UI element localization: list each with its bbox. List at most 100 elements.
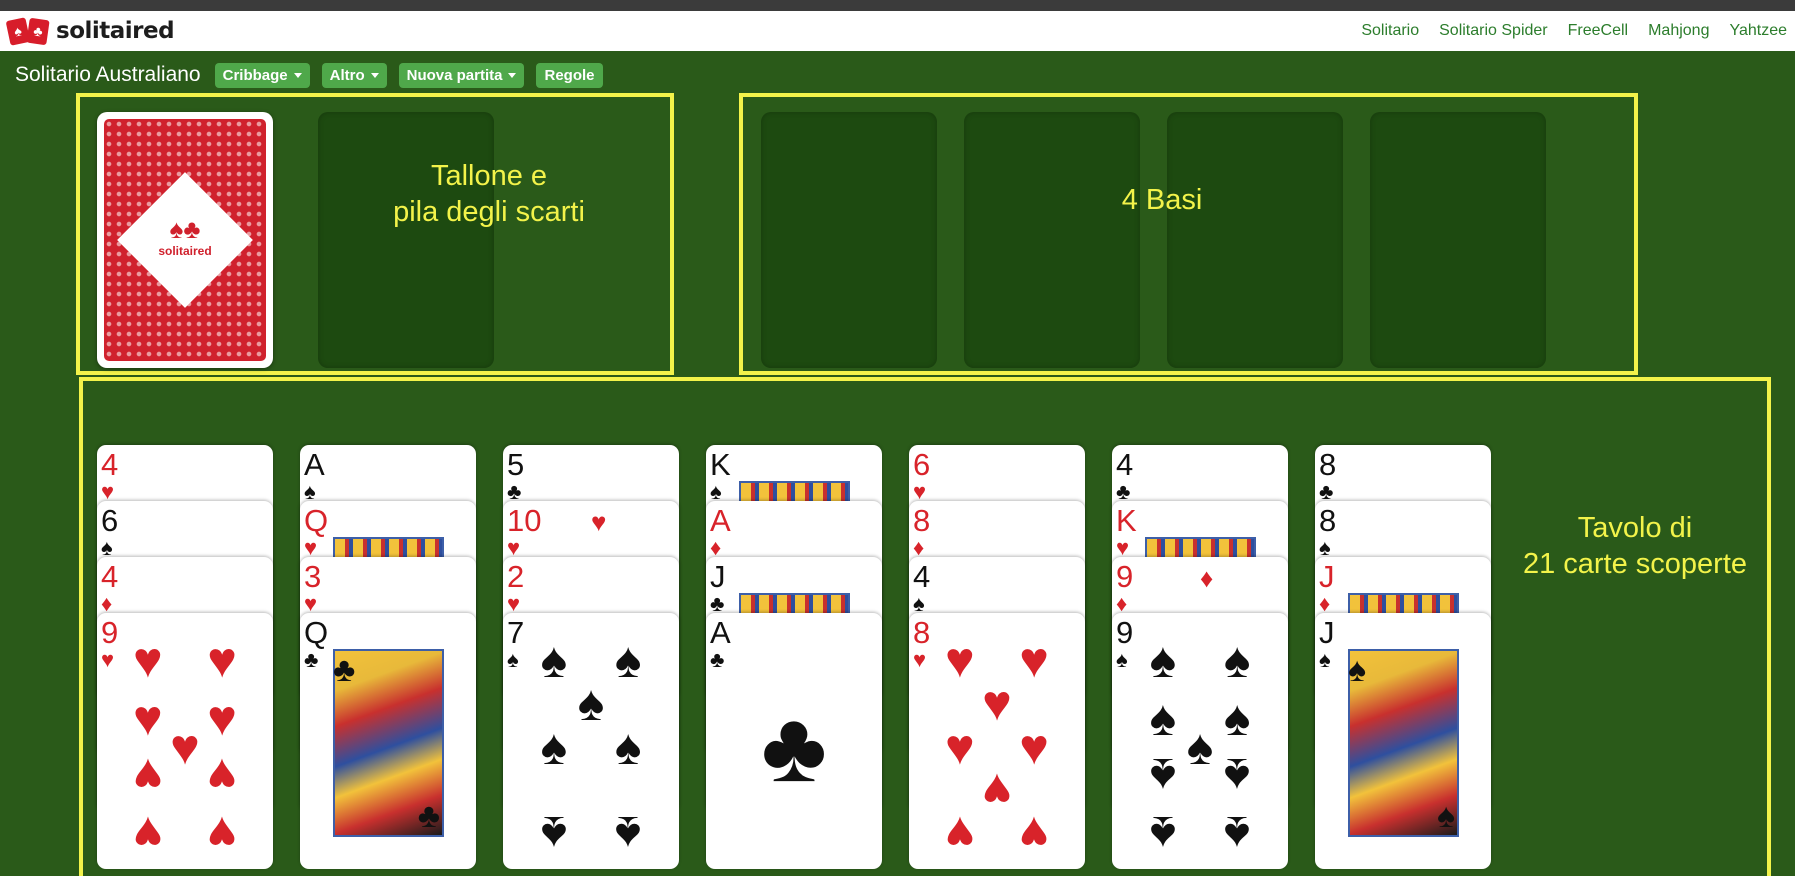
spade-icon: ♠ [614,631,642,688]
spade-icon: ♠ [540,806,568,863]
club-icon: ♣ [333,651,356,689]
spade-icon: ♠ [1436,797,1455,835]
card-rank: J [1319,559,1335,594]
diamond-icon: ♦ [913,535,925,560]
card-rank: 3 [304,559,322,594]
waste-pile-slot[interactable] [318,112,494,368]
heart-icon: ♥ [170,719,200,775]
card-rank: 6 [101,503,119,538]
card-index: 10 ♥ [507,505,547,559]
card-pips: ♥ ♥ ♥ ♥ ♥ ♥ ♥ ♥ ♥ [127,635,243,863]
heart-icon: ♥ [591,507,607,537]
caret-down-icon [293,72,302,78]
card-back-logo: ♠♣ solitaired [104,214,266,258]
browser-top-strip [0,0,1795,11]
card-index: 4 ♦ [101,561,141,615]
heart-icon: ♥ [507,591,521,616]
foundations-zone-label: 4 Basi [1121,184,1203,216]
card-back-pattern: ♠♣ solitaired [104,119,266,361]
club-icon: ♣ [417,797,440,835]
tableau-card[interactable]: A ♣ ♣ [706,613,882,869]
heart-icon: ♥ [133,689,163,746]
card-pips: ♠ ♠ ♠ ♠ ♠ ♠ ♠ [533,635,649,863]
diamond-icon: ♦ [1200,563,1214,593]
diamond-icon: ♦ [710,535,722,560]
spade-icon: ♠ [1223,748,1251,805]
diamond-icon: ♦ [1116,591,1128,616]
nav-link-solitario[interactable]: Solitario [1361,22,1419,40]
tableau-card[interactable]: Q ♣ ♣ ♣ [300,613,476,869]
spade-icon: ♠ [614,719,642,775]
card-rank: 6 [913,447,931,482]
card-rank: Q [304,503,329,538]
nav-link-freecell[interactable]: FreeCell [1568,22,1628,40]
heart-icon: ♥ [101,479,115,504]
card-index: A ♦ [710,505,750,559]
tableau-card[interactable]: 7 ♠ ♠ ♠ ♠ ♠ ♠ ♠ ♠ [503,613,679,869]
card-index: 4 ♣ [1116,449,1156,503]
heart-icon: ♥ [133,806,163,863]
card-rank: J [710,559,726,594]
spade-icon: ♠ [540,719,568,775]
altro-menu-label: Altro [329,66,365,84]
card-index: 6 ♥ [913,449,953,503]
brand-name: solitaired [56,18,175,44]
spade-icon: ♠ [101,535,113,560]
heart-icon: ♥ [945,719,975,775]
tableau-card[interactable]: 8 ♥ ♥ ♥ ♥ ♥ ♥ ♥ ♥ ♥ [909,613,1085,869]
heart-icon: ♥ [945,631,975,688]
tableau-card[interactable]: J ♠ ♠ ♠ [1315,613,1491,869]
card-pips: ♠ ♠ ♠ ♠ ♠ ♠ ♠ ♠ ♠ [1142,635,1258,863]
nav-link-yahtzee[interactable]: Yahtzee [1729,22,1787,40]
card-back-brand: solitaired [158,244,212,258]
club-icon: ♣ [507,479,522,504]
tableau-card[interactable]: 9 ♠ ♠ ♠ ♠ ♠ ♠ ♠ ♠ ♠ ♠ [1112,613,1288,869]
foundation-slot-2[interactable] [964,112,1140,368]
spade-icon: ♠ [1149,631,1177,688]
spade-icon: ♠ [614,806,642,863]
cribbage-menu-button[interactable]: Cribbage [214,62,310,88]
card-rank: Q [304,615,329,650]
spade-icon: ♠ [1149,689,1177,746]
card-index: 2 ♥ [507,561,547,615]
card-rank: J [1319,615,1335,650]
nav-link-mahjong[interactable]: Mahjong [1648,22,1709,40]
altro-menu-button[interactable]: Altro [321,62,387,88]
foundation-slot-4[interactable] [1370,112,1546,368]
stock-pile[interactable]: ♠♣ solitaired [97,112,273,368]
card-rank: 4 [913,559,931,594]
nav-link-solitario-spider[interactable]: Solitario Spider [1439,22,1548,40]
nuova-partita-menu-label: Nuova partita [406,66,503,84]
card-index: 8 ♠ [1319,505,1359,559]
foundation-slot-1[interactable] [761,112,937,368]
caret-down-icon [370,72,379,78]
heart-icon: ♥ [982,762,1012,819]
card-rank: K [710,447,731,482]
card-rank: 2 [507,559,525,594]
heart-icon: ♥ [133,748,163,805]
card-index: A ♠ [304,449,344,503]
card-index: 6 ♠ [101,505,141,559]
heart-icon: ♥ [304,591,318,616]
heart-icon: ♥ [913,479,927,504]
regole-button[interactable]: Regole [536,62,603,88]
card-index: 9 ♦ [1116,561,1156,615]
spade-icon: ♠ [1149,806,1177,863]
card-rank: 4 [1116,447,1134,482]
spade-icon: ♠ [540,631,568,688]
game-title: Solitario Australiano [15,63,201,86]
foundation-slot-3[interactable] [1167,112,1343,368]
site-logo[interactable]: ♠ ♣ solitaired [5,17,175,46]
card-back-suits-icon: ♠♣ [169,214,201,244]
nuova-partita-menu-button[interactable]: Nuova partita [398,62,525,88]
tableau-card[interactable]: 9 ♥ ♥ ♥ ♥ ♥ ♥ ♥ ♥ ♥ ♥ [97,613,273,869]
tableau-zone-label: Tavolo di 21 carte scoperte [1522,512,1748,580]
cribbage-menu-label: Cribbage [222,66,288,84]
heart-icon: ♥ [207,806,237,863]
club-icon: ♣ [761,691,827,803]
card-index: 3 ♥ [304,561,344,615]
spade-icon: ♠ [913,591,925,616]
heart-icon: ♥ [207,631,237,688]
nav-links: Solitario Solitario Spider FreeCell Mahj… [1361,11,1787,51]
court-card-crown [1145,537,1256,557]
